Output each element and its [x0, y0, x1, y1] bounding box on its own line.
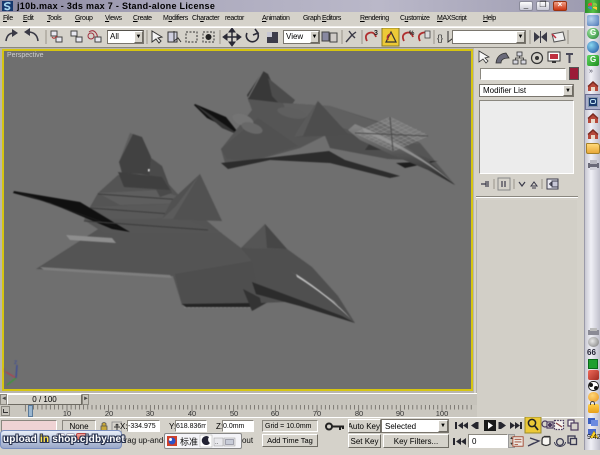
svg-text:100: 100 [436, 409, 449, 417]
svg-text:..: .. [215, 440, 219, 446]
svg-text:x: x [4, 367, 6, 374]
svg-text:20: 20 [105, 409, 113, 417]
svg-text:3: 3 [374, 30, 378, 37]
svg-text:90: 90 [396, 409, 404, 417]
svg-text:70: 70 [313, 409, 321, 417]
svg-text:10: 10 [63, 409, 71, 417]
svg-text:{}: {} [437, 33, 443, 43]
svg-text:z: z [14, 359, 17, 366]
svg-text:30: 30 [146, 409, 154, 417]
svg-text:60: 60 [271, 409, 279, 417]
svg-text:50: 50 [230, 409, 238, 417]
svg-text:标准: 标准 [180, 436, 198, 447]
svg-text:%: % [409, 31, 415, 37]
svg-text:40: 40 [188, 409, 196, 417]
svg-text:80: 80 [355, 409, 363, 417]
